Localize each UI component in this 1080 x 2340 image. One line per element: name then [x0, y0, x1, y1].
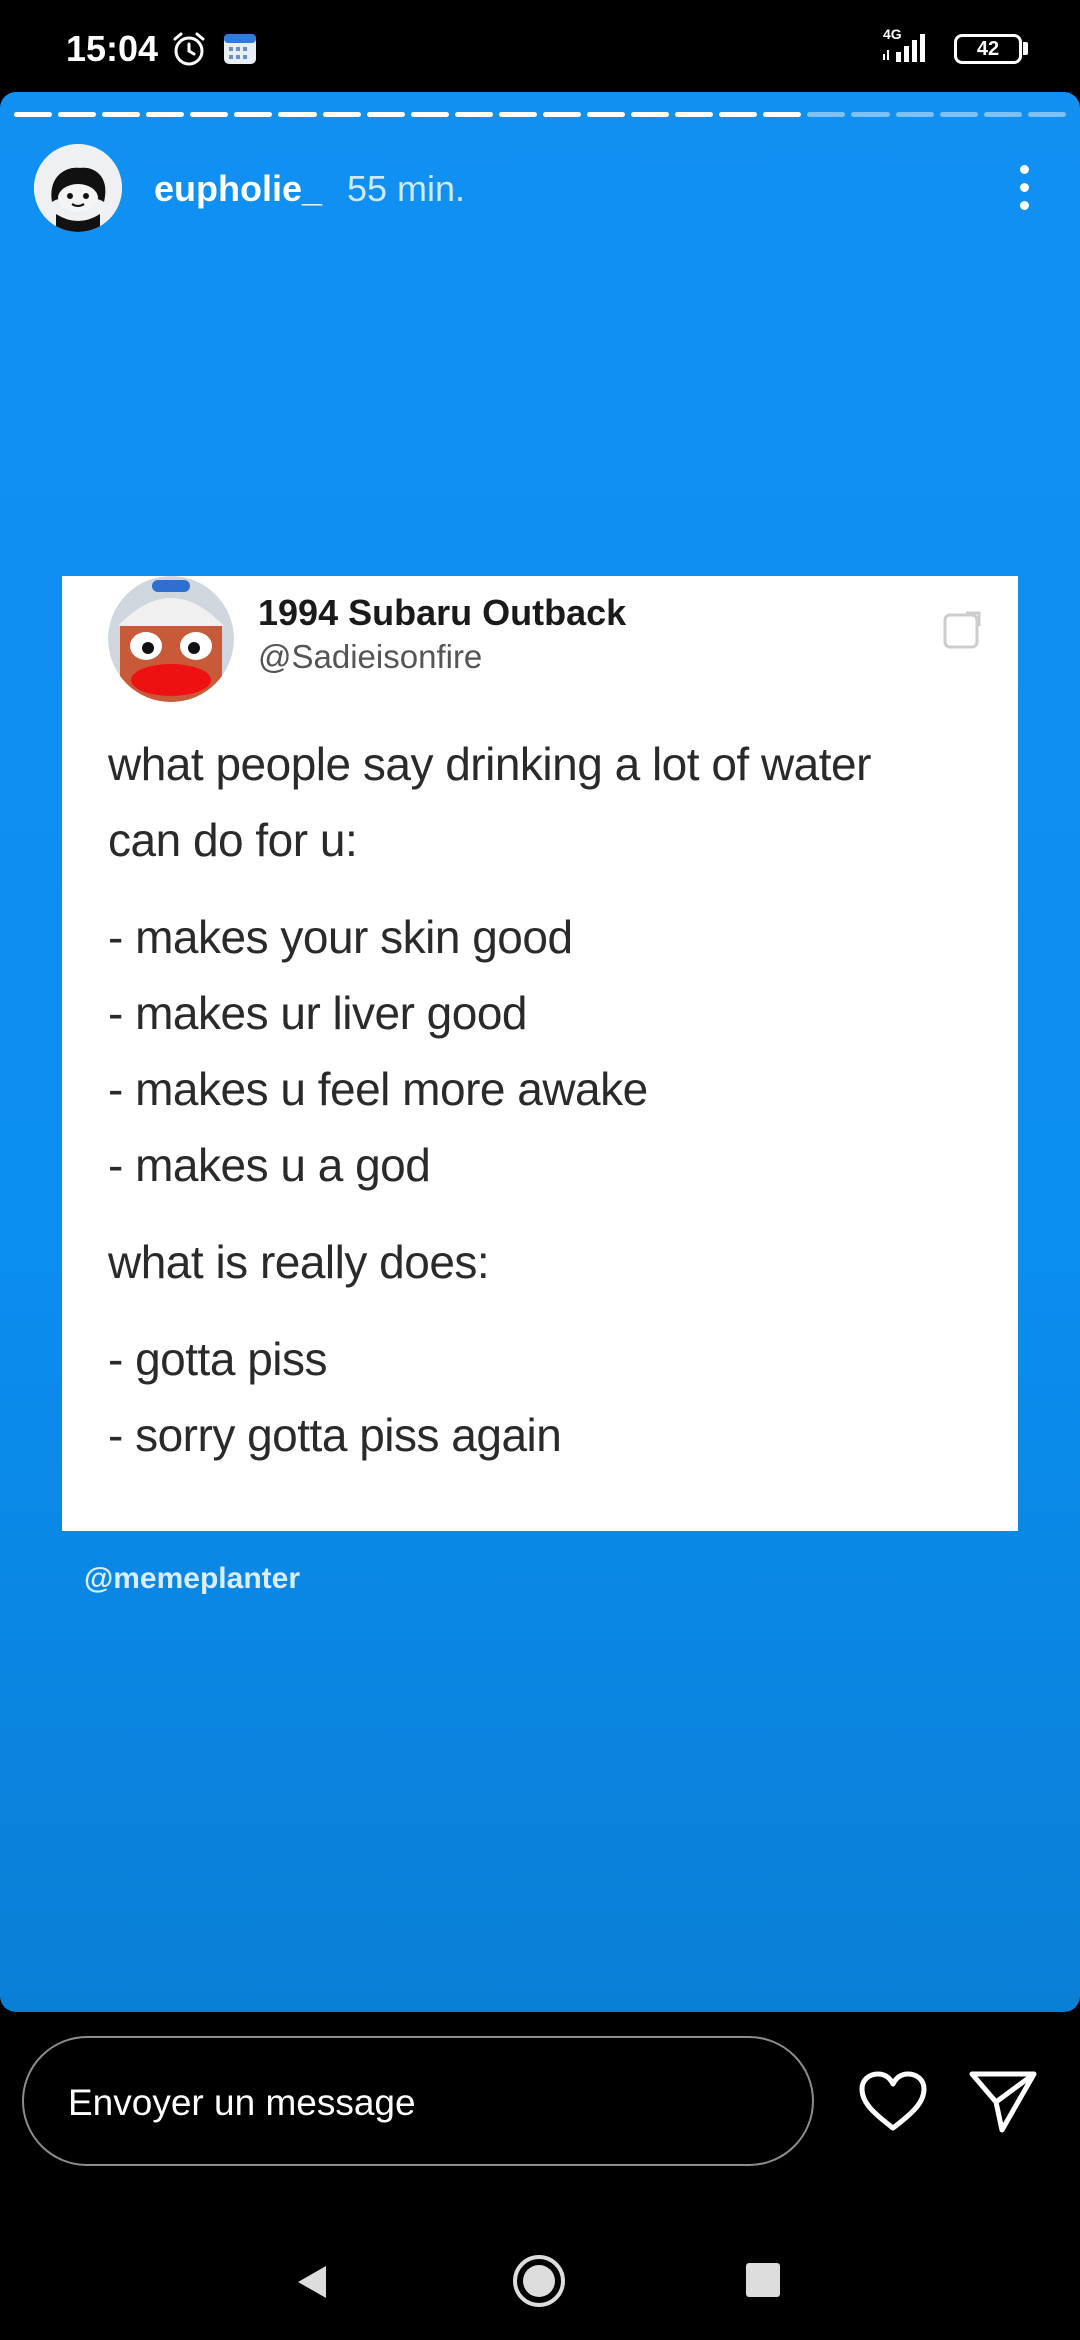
progress-segment: [719, 112, 758, 117]
message-input[interactable]: Envoyer un message: [22, 2036, 814, 2166]
system-nav-bar: [0, 2220, 1080, 2340]
tweet-line: - sorry gotta piss again: [108, 1409, 562, 1461]
progress-segment: [190, 112, 229, 117]
progress-segment: [895, 112, 934, 117]
progress-segment: [410, 112, 449, 117]
progress-segment: [366, 112, 405, 117]
heart-icon[interactable]: [858, 2070, 928, 2134]
tweet-line: - makes u feel more awake: [108, 1063, 648, 1115]
story-credit[interactable]: @memeplanter: [84, 1562, 300, 1596]
progress-segment: [498, 112, 537, 117]
story-username[interactable]: eupholie_: [154, 168, 322, 210]
signal-icon: [883, 34, 925, 62]
progress-segment: [58, 112, 97, 117]
battery-tip: [1023, 42, 1028, 55]
tweet-line: - makes u a god: [108, 1139, 431, 1191]
nav-back-icon[interactable]: [292, 2262, 332, 2302]
progress-segment: [807, 112, 846, 117]
message-placeholder: Envoyer un message: [68, 2082, 416, 2123]
story-time-ago: 55 min.: [347, 168, 466, 209]
tweet-line: - gotta piss: [108, 1333, 328, 1385]
alarm-icon: [173, 32, 205, 66]
tweet-display-name: 1994 Subaru Outback: [258, 592, 627, 633]
progress-segment: [102, 112, 141, 117]
tweet-line: can do for u:: [108, 814, 358, 866]
tweet-line: what people say drinking a lot of water: [108, 738, 871, 790]
status-bar: 15:04 4G 42: [0, 0, 1080, 92]
progress-segment: [14, 112, 53, 117]
tweet-card: 1994 Subaru Outback @Sadieisonfire what …: [62, 576, 1018, 1531]
progress-segment: [278, 112, 317, 117]
progress-segment: [587, 112, 626, 117]
share-icon: [943, 611, 981, 649]
avatar-image: [34, 144, 122, 232]
send-icon[interactable]: [968, 2068, 1038, 2134]
progress-segment: [763, 112, 802, 117]
progress-segment: [542, 112, 582, 117]
progress-segment: [234, 112, 273, 117]
progress-segment: [631, 112, 670, 117]
progress-segment: [851, 112, 890, 117]
progress-segment: [1027, 112, 1066, 117]
battery-indicator: 42: [954, 34, 1022, 64]
progress-segment: [675, 112, 714, 117]
tweet-line: - makes your skin good: [108, 911, 573, 963]
avatar[interactable]: [34, 144, 122, 232]
story-header: eupholie_ 55 min.: [34, 144, 1054, 234]
story-progress-bar: [14, 112, 1066, 118]
progress-segment: [146, 112, 185, 117]
nav-home-icon[interactable]: [512, 2254, 566, 2308]
tweet-avatar: [108, 576, 234, 702]
nav-recent-icon[interactable]: [746, 2263, 780, 2297]
calendar-icon: [224, 34, 256, 64]
progress-segment: [454, 112, 493, 117]
story-view[interactable]: eupholie_ 55 min. 1994 Subaru Outback @S…: [0, 92, 1080, 2012]
tweet-handle: @Sadieisonfire: [258, 638, 483, 675]
more-vertical-icon[interactable]: [994, 152, 1054, 222]
tweet-line: what is really does:: [108, 1236, 490, 1288]
tweet-line: - makes ur liver good: [108, 987, 528, 1039]
status-time: 15:04: [66, 28, 159, 69]
progress-segment: [322, 112, 361, 117]
progress-segment: [939, 112, 978, 117]
progress-segment: [983, 112, 1022, 117]
